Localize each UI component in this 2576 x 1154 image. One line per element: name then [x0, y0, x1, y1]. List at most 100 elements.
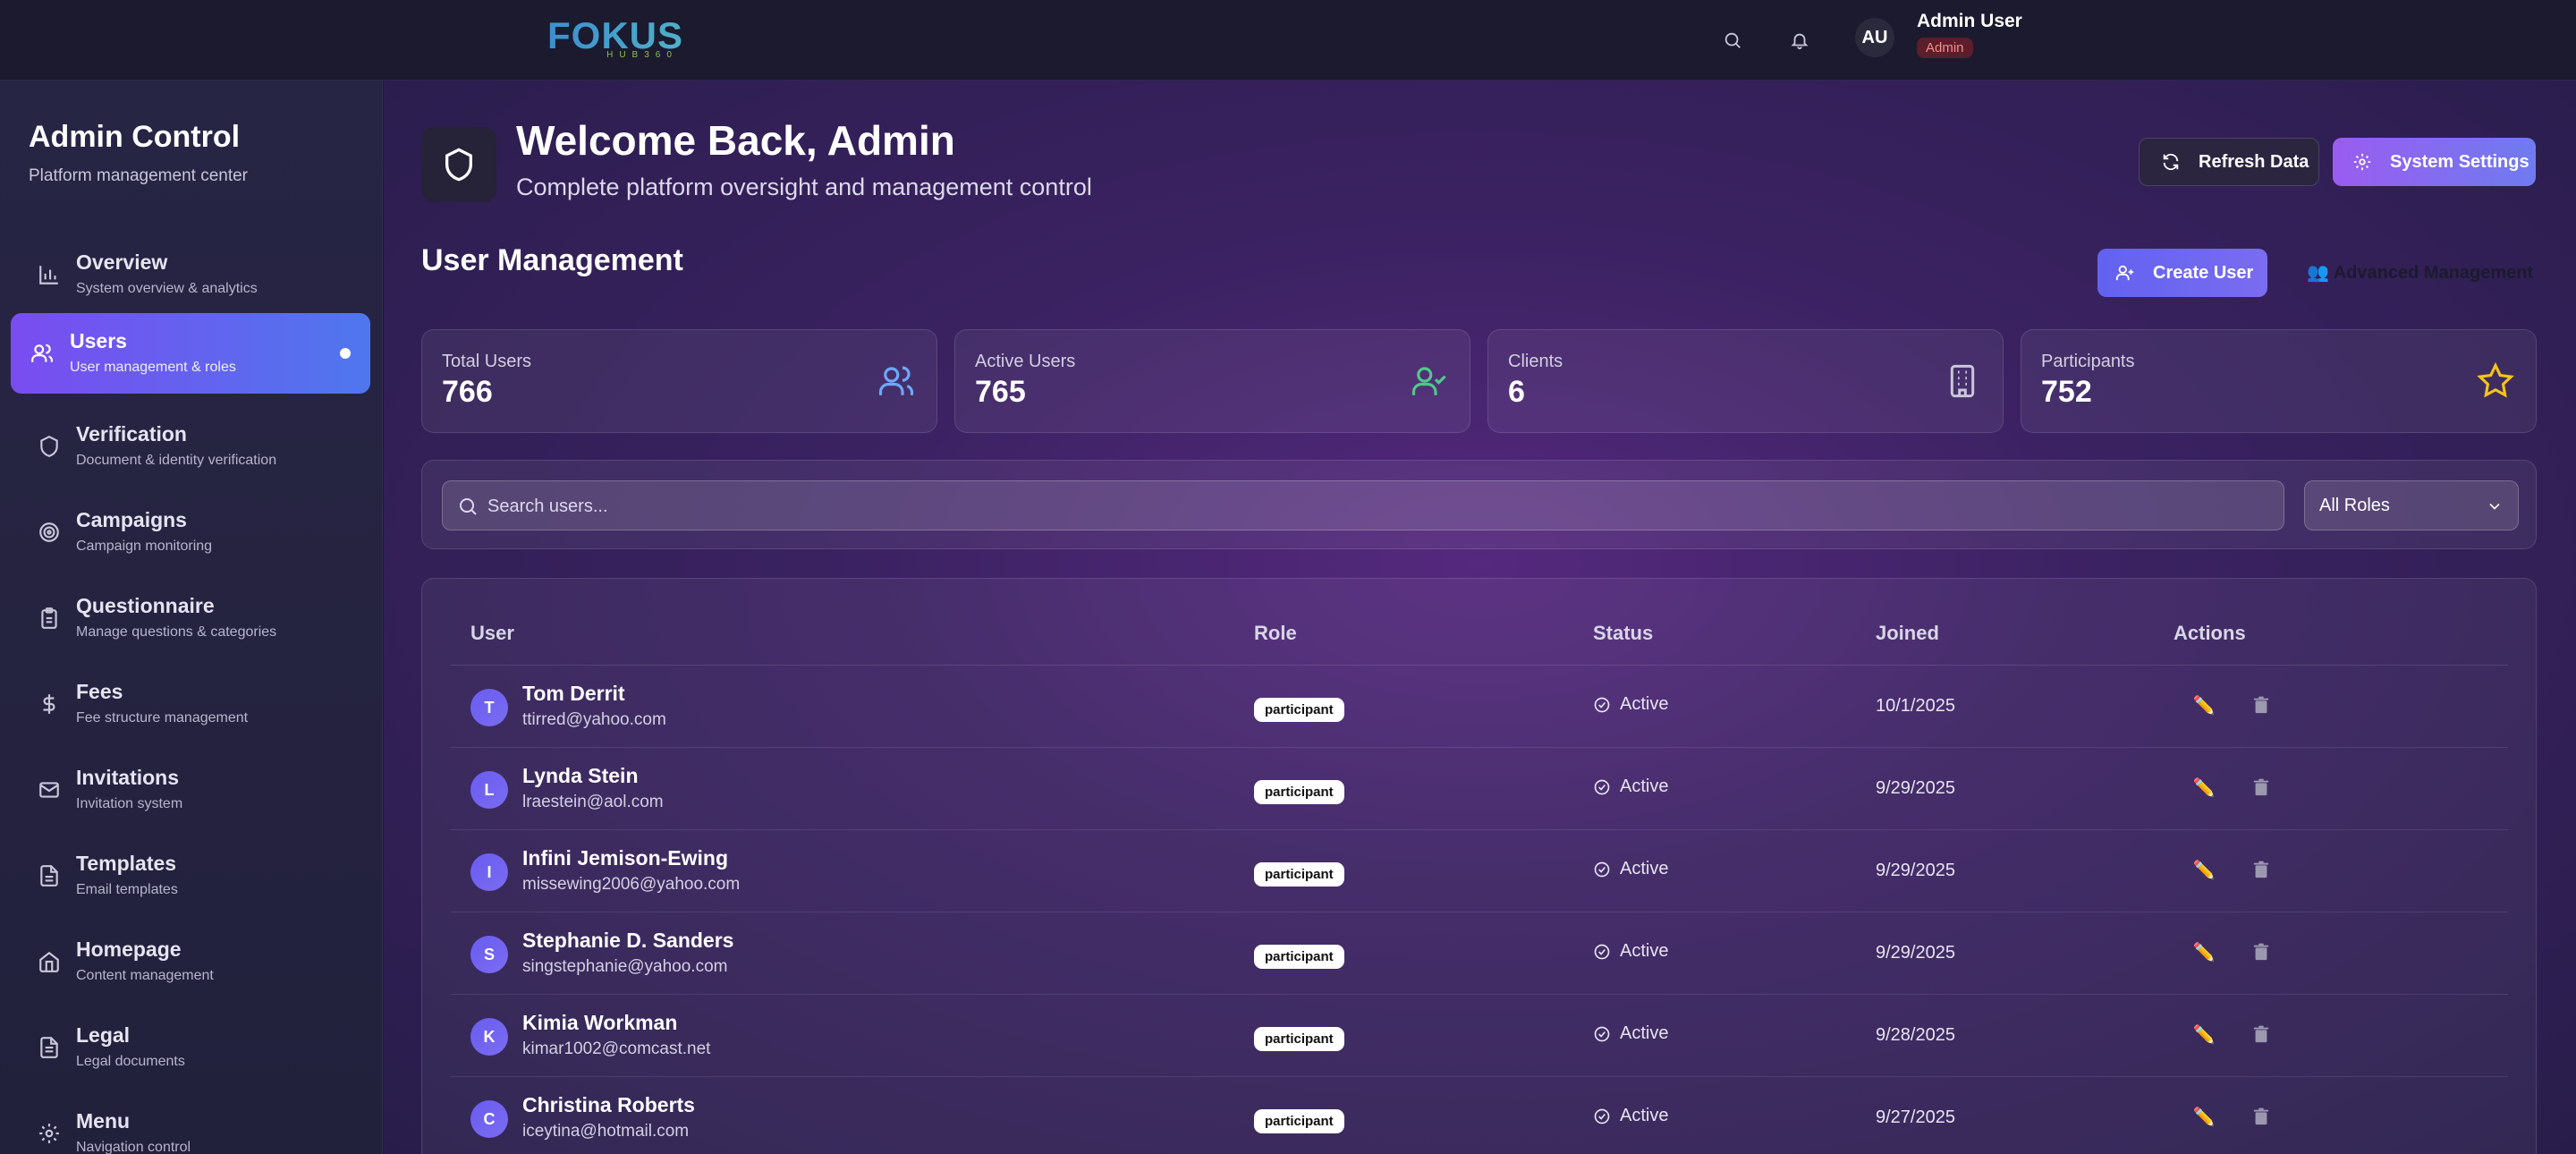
stat-card-clients: Clients 6: [1487, 329, 2004, 433]
system-settings-label: System Settings: [2390, 151, 2529, 172]
sidebar-item-fees[interactable]: Fees Fee structure management: [11, 664, 370, 744]
top-bar: FOKUS HUB360 AU Admin User Admin: [0, 0, 2576, 81]
table-row[interactable]: C Christina Roberts iceytina@hotmail.com…: [451, 1077, 2508, 1154]
search-icon: [460, 498, 477, 515]
user-email: missewing2006@yahoo.com: [522, 875, 741, 894]
trash-icon[interactable]: [2247, 855, 2275, 884]
page-subtitle: Complete platform oversight and manageme…: [516, 174, 1092, 200]
document-icon: [34, 1032, 64, 1063]
user-email: kimar1002@comcast.net: [522, 1039, 711, 1058]
sidebar-item-menu[interactable]: Menu Navigation control: [11, 1093, 370, 1154]
user-avatar: K: [470, 1018, 508, 1056]
table-row[interactable]: I Infini Jemison-Ewing missewing2006@yah…: [451, 830, 2508, 912]
home-icon: [34, 946, 64, 977]
advanced-management-link[interactable]: 👥 Advanced Management: [2307, 261, 2533, 284]
sidebar-item-overview[interactable]: Overview System overview & analytics: [11, 234, 370, 315]
role-badge: participant: [1254, 780, 1344, 804]
sidebar-item-questionnaire[interactable]: Questionnaire Manage questions & categor…: [11, 578, 370, 658]
sidebar-item-desc: Content management: [76, 968, 214, 983]
clipboard-icon: [34, 603, 64, 633]
table-row[interactable]: S Stephanie D. Sanders singstephanie@yah…: [451, 912, 2508, 995]
mail-icon: [34, 775, 64, 805]
users-table: User Role Status Joined Actions T Tom De…: [421, 578, 2537, 1154]
column-header-role: Role: [1254, 622, 1297, 644]
create-user-button[interactable]: Create User: [2097, 249, 2267, 297]
status-cell: Active: [1593, 694, 1668, 715]
check-circle-icon: [1594, 1108, 1610, 1124]
table-row[interactable]: L Lynda Stein lraestein@aol.com particip…: [451, 748, 2508, 830]
trash-icon[interactable]: [2247, 1020, 2275, 1048]
gear-icon: [34, 1118, 64, 1149]
page-title: Welcome Back, Admin: [516, 117, 955, 164]
user-role-badge: Admin: [1917, 38, 1973, 58]
status-text: Active: [1620, 776, 1669, 796]
stat-value: 765: [975, 375, 1026, 409]
sidebar-item-verification[interactable]: Verification Document & identity verific…: [11, 406, 370, 487]
refresh-data-button[interactable]: Refresh Data: [2139, 138, 2319, 186]
search-icon[interactable]: [1716, 23, 1750, 57]
check-circle-icon: [1594, 944, 1610, 959]
check-circle-icon: [1594, 697, 1610, 712]
sidebar-item-users[interactable]: Users User management & roles: [11, 313, 370, 394]
sidebar-item-desc: User management & roles: [70, 360, 236, 375]
sidebar-item-invitations[interactable]: Invitations Invitation system: [11, 750, 370, 830]
edit-icon[interactable]: ✏️: [2190, 1020, 2218, 1048]
user-avatar: L: [470, 771, 508, 809]
role-badge: participant: [1254, 862, 1344, 887]
sidebar-item-desc: Fee structure management: [76, 710, 249, 725]
trash-icon[interactable]: [2247, 1102, 2275, 1131]
edit-icon[interactable]: ✏️: [2190, 855, 2218, 884]
user-email: iceytina@hotmail.com: [522, 1122, 690, 1141]
role-filter-select[interactable]: All Roles: [2304, 480, 2519, 530]
sidebar-item-label: Templates: [76, 852, 177, 875]
sidebar-item-label: Verification: [76, 422, 187, 445]
stat-label: Active Users: [975, 352, 1076, 371]
status-cell: Active: [1593, 1106, 1668, 1126]
status-text: Active: [1620, 694, 1669, 714]
status-cell: Active: [1593, 776, 1668, 797]
sidebar-item-templates[interactable]: Templates Email templates: [11, 836, 370, 916]
sidebar: Admin Control Platform management center…: [0, 81, 383, 1154]
bell-icon[interactable]: [1783, 23, 1817, 57]
column-header-joined: Joined: [1876, 622, 1939, 644]
trash-icon[interactable]: [2247, 691, 2275, 719]
sidebar-item-campaigns[interactable]: Campaigns Campaign monitoring: [11, 492, 370, 573]
status-text: Active: [1620, 1106, 1669, 1125]
sidebar-item-legal[interactable]: Legal Legal documents: [11, 1007, 370, 1088]
search-field[interactable]: [442, 480, 2284, 531]
joined-date: 9/27/2025: [1876, 1107, 1955, 1127]
status-cell: Active: [1593, 941, 1668, 962]
active-indicator-dot: [340, 348, 351, 359]
file-icon: [34, 861, 64, 891]
trash-icon[interactable]: [2247, 773, 2275, 802]
stat-value: 752: [2041, 375, 2092, 409]
user-avatar: I: [470, 853, 508, 891]
sidebar-item-desc: Document & identity verification: [76, 453, 277, 468]
table-row[interactable]: K Kimia Workman kimar1002@comcast.net pa…: [451, 995, 2508, 1077]
edit-icon[interactable]: ✏️: [2190, 691, 2218, 719]
joined-date: 10/1/2025: [1876, 696, 1955, 716]
role-badge: participant: [1254, 1027, 1344, 1051]
users-icon: [876, 361, 917, 402]
fokus-logo[interactable]: FOKUS HUB360: [547, 16, 683, 61]
user-avatar[interactable]: AU: [1855, 18, 1894, 57]
sidebar-subtitle: Platform management center: [29, 166, 249, 185]
edit-icon[interactable]: ✏️: [2190, 938, 2218, 966]
system-settings-button[interactable]: System Settings: [2333, 138, 2536, 186]
stat-card-total-users: Total Users 766: [421, 329, 937, 433]
stat-label: Total Users: [442, 352, 532, 371]
user-plus-icon: [2115, 263, 2135, 283]
edit-icon[interactable]: ✏️: [2190, 773, 2218, 802]
user-avatar: C: [470, 1100, 508, 1138]
sidebar-item-label: Invitations: [76, 766, 180, 789]
status-text: Active: [1620, 941, 1669, 961]
search-input[interactable]: [487, 481, 2267, 531]
edit-icon[interactable]: ✏️: [2190, 1102, 2218, 1131]
trash-icon[interactable]: [2247, 938, 2275, 966]
sidebar-item-desc: Manage questions & categories: [76, 624, 277, 640]
sidebar-item-label: Menu: [76, 1109, 131, 1133]
sidebar-item-label: Fees: [76, 680, 123, 703]
sidebar-item-homepage[interactable]: Homepage Content management: [11, 921, 370, 1002]
refresh-data-label: Refresh Data: [2199, 151, 2309, 172]
table-row[interactable]: T Tom Derrit ttirred@yahoo.com participa…: [451, 666, 2508, 748]
